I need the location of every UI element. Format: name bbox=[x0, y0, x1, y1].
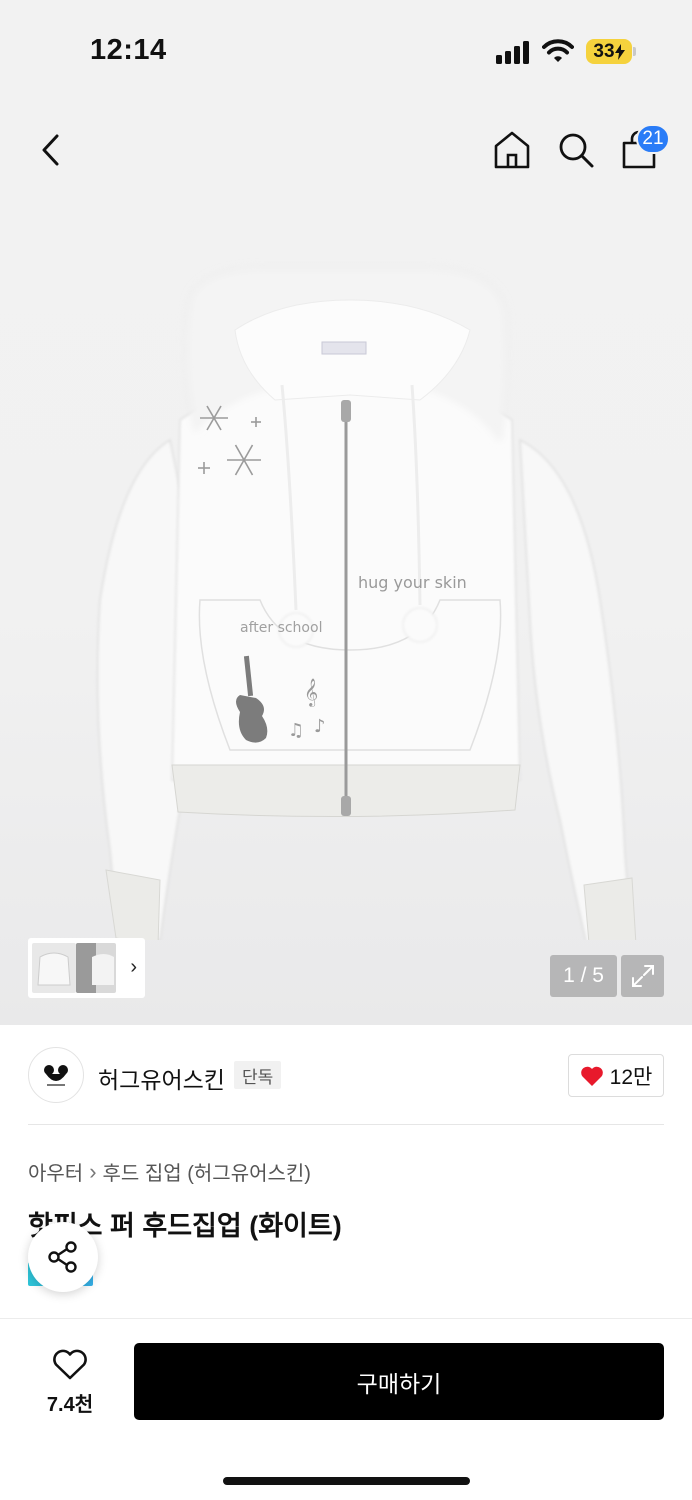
heart-outline-icon bbox=[53, 1349, 87, 1380]
home-indicator bbox=[223, 1477, 470, 1485]
back-icon bbox=[42, 134, 59, 166]
charging-bolt-icon bbox=[614, 43, 625, 60]
share-button[interactable] bbox=[28, 1222, 98, 1292]
svg-text:♪: ♪ bbox=[314, 716, 326, 737]
battery-indicator: 33 bbox=[586, 39, 632, 64]
exclusive-badge: 단독 bbox=[234, 1061, 282, 1089]
cellular-signal-icon bbox=[496, 40, 532, 64]
chevron-right-icon[interactable]: › bbox=[130, 956, 137, 979]
back-button[interactable] bbox=[32, 130, 68, 170]
search-button[interactable] bbox=[554, 128, 598, 172]
product-image[interactable]: 𝄞 ♫ ♪ hug your skin after school bbox=[0, 200, 692, 940]
breadcrumb-category[interactable]: 아우터 bbox=[28, 1157, 83, 1186]
search-icon bbox=[559, 133, 594, 168]
hoodie-pocket-text: after school bbox=[240, 620, 322, 636]
battery-tip bbox=[633, 47, 636, 56]
buy-button[interactable]: 구매하기 bbox=[134, 1343, 664, 1420]
brand-like-button[interactable]: 12만 bbox=[568, 1054, 664, 1097]
home-button[interactable] bbox=[490, 128, 534, 172]
brand-name[interactable]: 허그유어스킨 bbox=[98, 1061, 225, 1095]
cart-count-badge: 21 bbox=[636, 124, 670, 154]
battery-level: 33 bbox=[593, 40, 615, 62]
expand-button[interactable] bbox=[621, 955, 664, 997]
bottom-action-bar: 7.4천 구매하기 bbox=[0, 1318, 692, 1500]
expand-icon bbox=[631, 965, 654, 987]
share-icon bbox=[48, 1241, 77, 1273]
heart-icon bbox=[580, 1066, 603, 1086]
divider bbox=[28, 1124, 664, 1125]
brand-row: 허그유어스킨 단독 12만 bbox=[0, 1025, 692, 1125]
brand-logo-mark bbox=[44, 1065, 68, 1086]
status-bar: 12:14 33 bbox=[0, 0, 692, 100]
brand-logo[interactable] bbox=[28, 1047, 84, 1103]
status-time: 12:14 bbox=[90, 34, 167, 66]
chevron-right-icon: › bbox=[89, 1158, 97, 1184]
breadcrumb-subcategory[interactable]: 후드 집업 (허그유어스킨) bbox=[103, 1157, 311, 1186]
home-icon bbox=[494, 131, 530, 169]
brand-like-count: 12만 bbox=[609, 1065, 653, 1089]
wishlist-button[interactable]: 7.4천 bbox=[30, 1349, 110, 1417]
thumbnail-strip[interactable]: › bbox=[28, 938, 145, 998]
thumbnail-1[interactable] bbox=[32, 943, 76, 993]
thumbnail-2[interactable] bbox=[76, 943, 116, 993]
wishlist-count: 7.4천 bbox=[46, 1394, 94, 1416]
hoodie-print-text: hug your skin bbox=[358, 573, 467, 592]
image-page-counter: 1 / 5 bbox=[550, 955, 617, 997]
product-hero: 12:14 33 21 𝄞 ♫ ♪ hug your skin after sc… bbox=[0, 0, 692, 1025]
svg-text:♫: ♫ bbox=[288, 720, 304, 741]
wifi-icon bbox=[542, 39, 574, 62]
breadcrumb: 아우터 › 후드 집업 (허그유어스킨) bbox=[28, 1157, 311, 1186]
svg-text:𝄞: 𝄞 bbox=[304, 678, 318, 707]
